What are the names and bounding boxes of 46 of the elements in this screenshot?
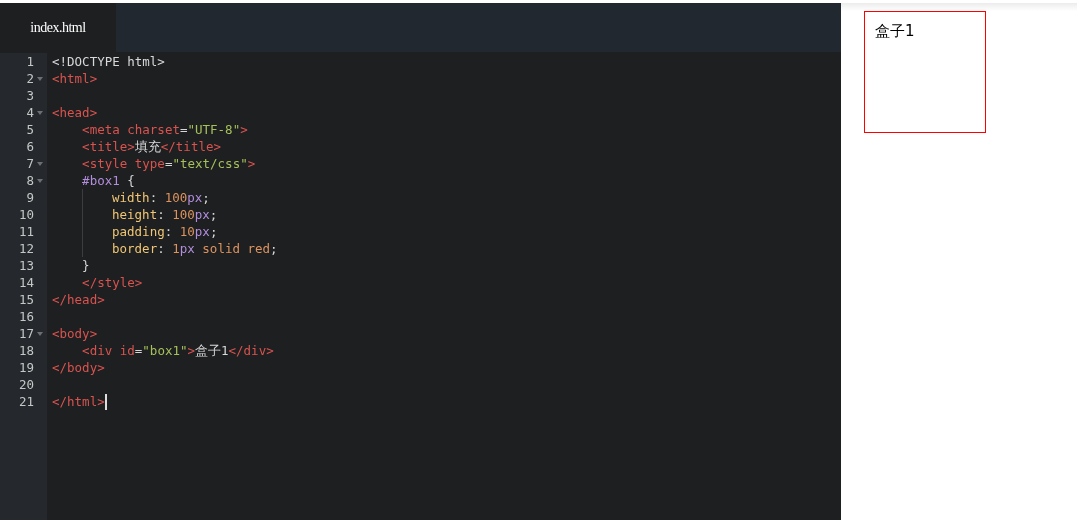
- code-line: #box1 {: [81, 172, 135, 189]
- code-line: <head>: [52, 104, 98, 121]
- line-number: 12: [18, 240, 34, 257]
- line-number: 2: [26, 70, 34, 87]
- code-line: </head>: [52, 291, 105, 308]
- line-number: 10: [18, 206, 34, 223]
- line-number: 4: [26, 104, 34, 121]
- code-line: <!DOCTYPE html>: [52, 53, 165, 70]
- fold-arrow-icon[interactable]: [37, 162, 43, 166]
- line-number: 11: [18, 223, 34, 240]
- code-line: <title>填充</title>: [81, 138, 221, 155]
- code-line: </html>: [52, 393, 105, 410]
- code-line: <html>: [52, 70, 98, 87]
- box-text: 盒子1: [875, 22, 915, 40]
- code-line: <style type="text/css">: [81, 155, 256, 172]
- fold-arrow-icon[interactable]: [37, 179, 43, 183]
- line-number: 8: [26, 172, 34, 189]
- line-number: 17: [18, 325, 34, 342]
- line-number: 15: [18, 291, 34, 308]
- line-number: 7: [26, 155, 34, 172]
- line-number: 6: [26, 138, 34, 155]
- line-number: 1: [26, 53, 34, 70]
- code-line: }: [81, 257, 90, 274]
- code-line: width: 100px;: [112, 189, 210, 206]
- code-line: padding: 10px;: [112, 223, 218, 240]
- line-number: 13: [18, 257, 34, 274]
- code-line: border: 1px solid red;: [112, 240, 278, 257]
- code-line: </style>: [81, 274, 143, 291]
- fold-arrow-icon[interactable]: [37, 111, 43, 115]
- code-line: <body>: [52, 325, 98, 342]
- line-number: 20: [18, 376, 34, 393]
- code-line: </body>: [52, 359, 105, 376]
- fold-arrow-icon[interactable]: [37, 77, 43, 81]
- line-number: 14: [18, 274, 34, 291]
- code-line: <meta charset="UTF-8">: [81, 121, 248, 138]
- file-tab[interactable]: index.html: [0, 3, 116, 52]
- code-line: <div id="box1">盒子1</div>: [81, 342, 274, 359]
- code-line: height: 100px;: [112, 206, 218, 223]
- line-number: 16: [18, 308, 34, 325]
- line-number: 18: [18, 342, 34, 359]
- line-number: 3: [26, 87, 34, 104]
- line-number: 21: [18, 393, 34, 410]
- fold-arrow-icon[interactable]: [37, 332, 43, 336]
- line-number: 19: [18, 359, 34, 376]
- line-number: 5: [26, 121, 34, 138]
- line-number: 9: [26, 189, 34, 206]
